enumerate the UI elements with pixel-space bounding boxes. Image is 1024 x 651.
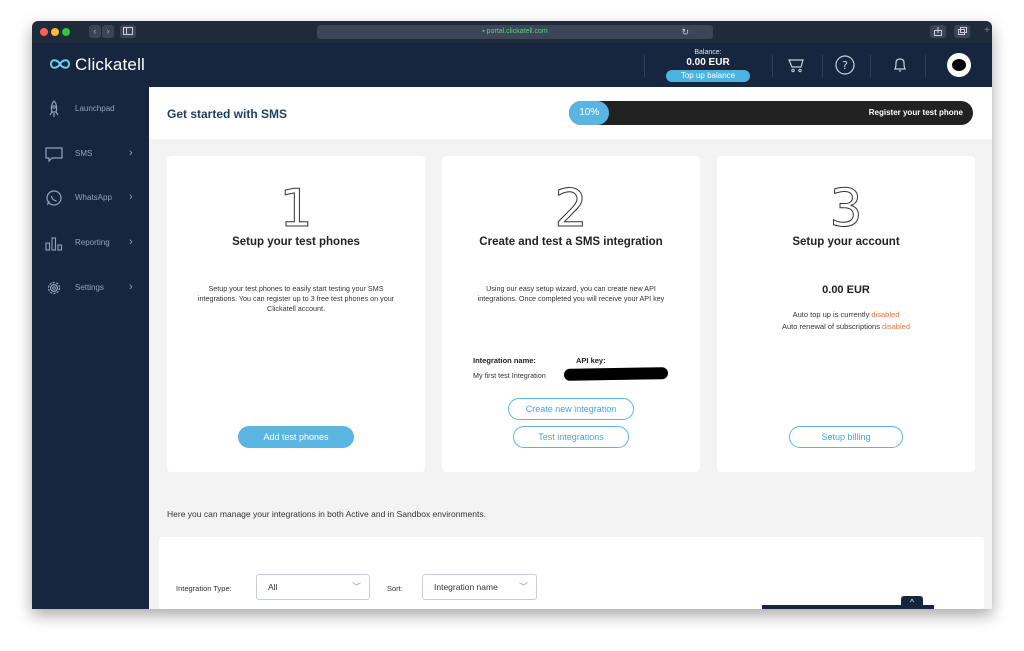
card-title: Setup your account <box>792 236 900 248</box>
help-icon[interactable]: ? <box>833 53 857 77</box>
tabs-icon[interactable] <box>954 25 970 38</box>
card-setup-account: 3 Setup your account 0.00 EUR Auto top u… <box>717 156 975 472</box>
chevron-right-icon: › <box>129 191 133 203</box>
progress-next-step-label: Register your test phone <box>868 108 963 117</box>
sort-label: Sort: <box>387 584 403 593</box>
sidebar-item-reporting[interactable]: Reporting › <box>32 228 149 258</box>
sidebar-item-sms[interactable]: SMS › <box>32 139 149 169</box>
back-button[interactable]: ‹ <box>89 25 101 38</box>
card-sms-integration: 2 Create and test a SMS integration Usin… <box>442 156 700 472</box>
share-icon[interactable] <box>930 25 946 38</box>
header-divider <box>822 55 823 77</box>
logo-text: Clickatell <box>75 55 146 74</box>
gear-icon <box>47 281 61 295</box>
test-integrations-button[interactable]: Test integrations <box>513 426 629 448</box>
balance-label: Balance: <box>694 49 722 56</box>
sidebar-item-label: WhatsApp <box>75 193 112 202</box>
chevron-down-icon: ﹀ <box>518 582 528 592</box>
scroll-top-button[interactable]: ^ <box>901 596 923 609</box>
chat-icon <box>45 147 63 163</box>
card-description: Using our easy setup wizard, you can cre… <box>477 284 665 303</box>
redacted-api-key <box>563 367 669 381</box>
rocket-icon <box>49 100 59 117</box>
card-description: Setup your test phones to easily start t… <box>197 284 395 313</box>
balance-widget: Balance: 0.00 EUR Top up balance <box>664 49 752 82</box>
sidebar-item-label: Settings <box>75 283 104 292</box>
integration-type-value: All <box>268 582 278 592</box>
card-title: Create and test a SMS integration <box>479 236 663 248</box>
top-up-balance-button[interactable]: Top up balance <box>666 70 750 82</box>
sort-select[interactable]: Integration name ﹀ <box>422 574 537 600</box>
maximize-window-button[interactable] <box>62 28 70 36</box>
page-header: Get started with SMS 10% Register your t… <box>149 87 992 139</box>
minimize-window-button[interactable] <box>51 28 59 36</box>
chevron-down-icon: ﹀ <box>351 582 361 592</box>
sidebar-item-settings[interactable]: Settings › <box>32 273 149 303</box>
balance-value: 0.00 EUR <box>686 57 730 68</box>
avatar[interactable] <box>947 53 971 77</box>
header-divider <box>925 55 926 77</box>
integration-name-value: My first test Integration <box>473 371 546 380</box>
reload-icon[interactable]: ↻ <box>681 25 689 39</box>
auto-renewal-text: Auto renewal of subscriptions <box>781 322 880 331</box>
sidebar-item-whatsapp[interactable]: WhatsApp › <box>32 183 149 213</box>
bell-icon[interactable] <box>888 53 912 77</box>
integration-type-select[interactable]: All ﹀ <box>256 574 370 600</box>
bar-chart-icon <box>45 237 63 251</box>
auto-top-up-disabled-link[interactable]: disabled <box>871 310 899 319</box>
clickatell-logo[interactable]: Clickatell <box>49 55 146 75</box>
svg-text:3: 3 <box>829 179 862 230</box>
auto-renewal-status: Auto renewal of subscriptions disabled <box>717 322 975 331</box>
account-amount: 0.00 EUR <box>822 284 870 296</box>
lock-icon: ▪ <box>482 28 485 35</box>
sidebar-item-label: Launchpad <box>75 104 115 113</box>
sort-value: Integration name <box>434 582 498 592</box>
header-divider <box>772 55 773 77</box>
chevron-right-icon: › <box>129 236 133 248</box>
onboarding-progress-bar: 10% Register your test phone <box>569 101 973 125</box>
infinity-logo-icon <box>49 55 71 75</box>
address-bar[interactable]: ▪ portal.clickatell.com ↻ <box>317 25 713 39</box>
header-divider <box>870 55 871 77</box>
sidebar-item-label: SMS <box>75 149 93 158</box>
create-new-integration-button[interactable]: Create new integration <box>508 398 634 420</box>
auto-renewal-disabled-link[interactable]: disabled <box>882 322 910 331</box>
card-title: Setup your test phones <box>232 236 360 248</box>
api-key-label: API key: <box>576 356 606 365</box>
sidebar-item-label: Reporting <box>75 238 110 247</box>
whatsapp-icon <box>46 190 62 206</box>
integrations-filter-panel: Integration Type: All ﹀ Sort: Integratio… <box>159 537 984 609</box>
step-number-2: 2 <box>554 179 588 231</box>
browser-window: ‹ › ▪ portal.clickatell.com ↻ + Clickate… <box>32 21 992 609</box>
header-divider <box>644 55 645 77</box>
integration-type-label: Integration Type: <box>176 584 232 593</box>
add-test-phones-button[interactable]: Add test phones <box>238 426 354 448</box>
chevron-right-icon: › <box>129 281 133 293</box>
page-title: Get started with SMS <box>167 107 288 121</box>
step-number-1: 1 <box>279 179 313 231</box>
manage-integrations-text: Here you can manage your integrations in… <box>167 509 486 519</box>
card-setup-test-phones: 1 Setup your test phones Setup your test… <box>167 156 425 472</box>
svg-text:?: ? <box>842 59 848 72</box>
sidebar: Launchpad SMS › WhatsApp › Reporting › S… <box>32 87 149 609</box>
new-tab-button[interactable]: + <box>984 25 990 36</box>
url-text: portal.clickatell.com <box>486 28 548 35</box>
forward-button[interactable]: › <box>102 25 114 38</box>
setup-billing-button[interactable]: Setup billing <box>789 426 903 448</box>
sidebar-item-launchpad[interactable]: Launchpad <box>32 94 149 124</box>
chevron-right-icon: › <box>129 147 133 159</box>
sidebar-toggle-icon[interactable] <box>120 25 136 38</box>
close-window-button[interactable] <box>40 28 48 36</box>
auto-top-up-status: Auto top up is currently disabled <box>717 310 975 319</box>
browser-toolbar: ‹ › ▪ portal.clickatell.com ↻ + <box>32 21 992 43</box>
svg-text:1: 1 <box>279 179 312 230</box>
svg-text:2: 2 <box>554 179 587 230</box>
progress-fill: 10% <box>569 101 610 125</box>
integration-name-label: Integration name: <box>473 356 536 365</box>
auto-top-up-text: Auto top up is currently <box>792 310 870 319</box>
cart-icon[interactable] <box>784 53 808 77</box>
app-header: Clickatell Balance: 0.00 EUR Top up bala… <box>32 43 992 87</box>
step-number-3: 3 <box>829 179 863 231</box>
